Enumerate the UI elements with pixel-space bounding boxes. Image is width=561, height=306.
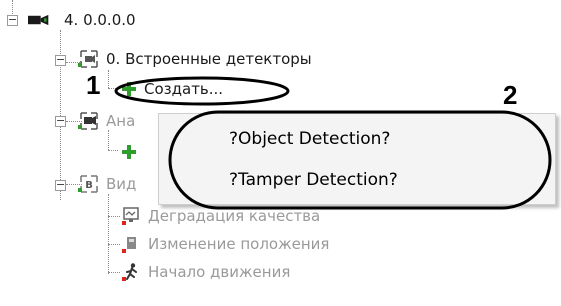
tree-item-label: Вид [106,175,137,193]
collapse-toggle[interactable]: − [7,14,18,26]
tree-line [108,272,120,273]
b-detector-icon: B [78,173,100,195]
tree-line [108,244,120,245]
tree-item-analytics[interactable]: Ана [78,109,135,133]
position-icon [120,233,142,255]
tree-item-label: Начало движения [148,263,291,281]
tree-item-label: 0. Встроенные детекторы [106,50,312,68]
detector-icon [78,48,100,70]
plus-icon [118,141,140,163]
collapse-toggle[interactable]: − [55,54,66,66]
tree-line [108,194,109,274]
tree-item-label: Изменение положения [148,235,330,253]
tree-line [108,150,118,151]
monitor-icon [120,205,142,227]
tree-item-label: 4. 0.0.0.0 [64,11,136,29]
callout-number-2: 2 [503,80,518,110]
tree-line [108,216,120,217]
tree-line [108,130,109,150]
tree-item-server[interactable]: 4. 0.0.0.0 [28,8,136,32]
tree-line [12,0,13,14]
callout-ellipse-create [114,76,290,106]
collapse-toggle[interactable]: − [55,115,66,127]
tree-item-create-analytics[interactable] [118,140,140,164]
tree-item-position[interactable]: Изменение положения [120,232,329,256]
tree-line [108,70,109,88]
callout-number-1: 1 [86,70,101,100]
collapse-toggle[interactable]: − [55,179,66,191]
tree-item-motion[interactable]: Начало движения [120,260,290,284]
camera-icon [28,9,50,31]
tree-item-detectors[interactable]: 0. Встроенные детекторы [78,47,312,71]
camera-detector-icon [78,110,100,132]
callout-ellipse-menu [168,110,552,210]
running-man-icon [120,261,142,283]
svg-text:B: B [85,180,93,191]
tree-item-video[interactable]: B Вид [78,172,136,196]
tree-item-label: Ана [106,112,136,130]
